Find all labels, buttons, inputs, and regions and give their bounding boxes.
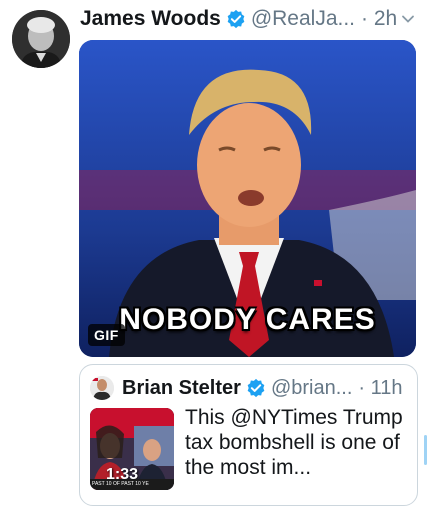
- quoted-tweet-timestamp: · 11h: [358, 376, 403, 399]
- chevron-down-icon[interactable]: [400, 11, 416, 27]
- quoted-author-avatar: [90, 376, 114, 400]
- quoted-tweet-text: This @NYTimes Trump tax bombshell is one…: [185, 406, 403, 479]
- quoted-video-thumbnail[interactable]: 1:33 PAST 10 OF PAST 10 YE: [90, 408, 174, 490]
- author-handle[interactable]: @RealJa...: [251, 7, 355, 31]
- author-avatar[interactable]: [12, 10, 70, 68]
- author-name[interactable]: James Woods: [80, 7, 221, 31]
- tweet-timestamp[interactable]: · 2h: [361, 7, 397, 31]
- gif-caption: NOBODY CARES: [119, 303, 376, 336]
- verified-badge-icon: [227, 9, 245, 29]
- scroll-indicator: [424, 435, 427, 465]
- avatar-photo: [12, 10, 70, 68]
- tweet-header: James Woods @RealJa... · 2h: [80, 4, 420, 34]
- quoted-tweet-header: Brian Stelter @brian... · 11h: [90, 373, 409, 403]
- quoted-author-name: Brian Stelter: [122, 376, 241, 399]
- verified-badge-icon: [247, 378, 265, 398]
- gif-badge: GIF: [88, 324, 125, 346]
- tweet-gif-media[interactable]: NOBODY CARES GIF: [79, 40, 416, 357]
- quoted-tweet-card[interactable]: Brian Stelter @brian... · 11h 1:33 PAST …: [79, 364, 418, 506]
- quoted-avatar-photo: [90, 376, 114, 400]
- quoted-author-handle: @brian...: [270, 376, 353, 399]
- video-news-ticker: PAST 10 OF PAST 10 YE: [90, 479, 174, 490]
